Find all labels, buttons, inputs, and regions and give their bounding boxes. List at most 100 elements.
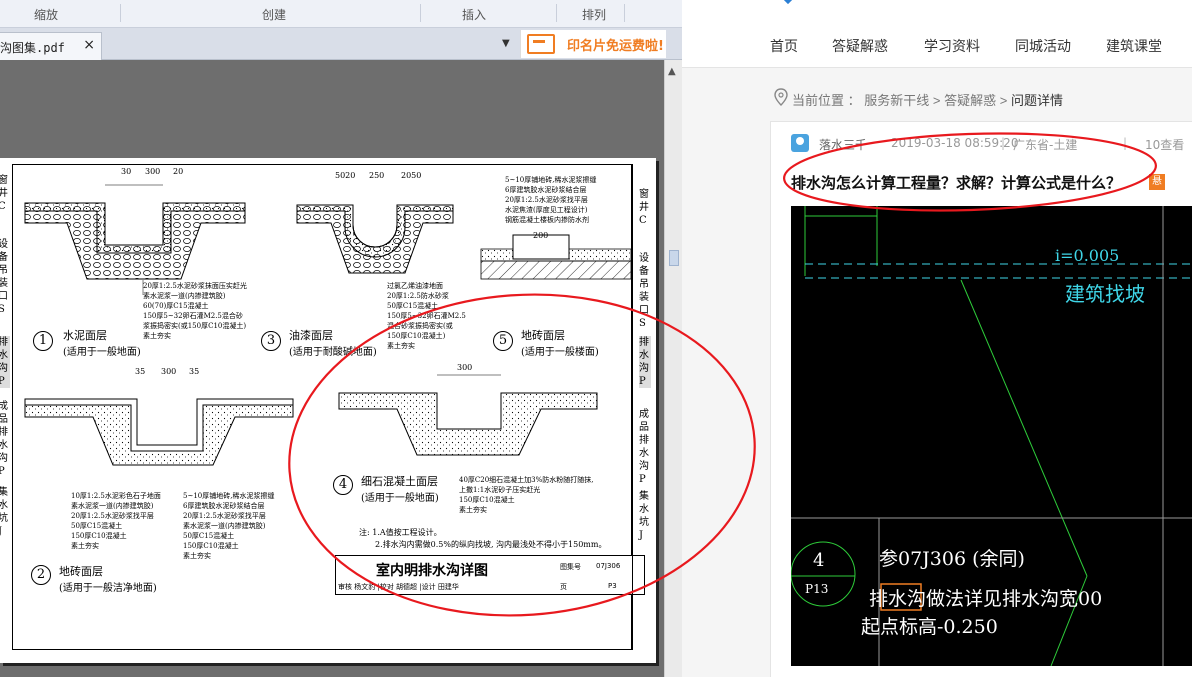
drawing-frame: 30 300 20 5020 250 2050 200 35 300 35 30…: [12, 164, 645, 650]
author-name[interactable]: 落水三千: [819, 136, 867, 153]
side-index-item: 集水坑J: [0, 487, 8, 537]
document-tab-label: 沟图集.pdf: [0, 41, 65, 55]
pdf-page: 窗井C 设备吊装口S 排水沟P 成品排水沟P 集水坑J 30 300 20 50…: [0, 158, 656, 663]
promo-banner[interactable]: 印名片免运费啦!: [520, 30, 666, 58]
dimension-label: 300: [145, 167, 161, 176]
section-number: 3: [261, 331, 281, 351]
nav-item-home[interactable]: 首页: [770, 36, 798, 56]
layer-notes-section-5: 5~10厚铺地砖,稀水泥浆擦缝 6厚建筑胶水泥砂浆结合层 20厚1:2.5水泥砂浆找…: [505, 176, 597, 224]
dimension-label: 5020: [335, 171, 356, 180]
ribbon-bar: 缩放 创建 插入 排列: [0, 0, 682, 28]
website-window: 首页 答疑解惑 学习资料 同城活动 建筑课堂 当前位置 ： 服务新干线 > 答疑…: [682, 0, 1192, 677]
site-logo-icon[interactable]: [778, 0, 798, 6]
breadcrumb-separator: >: [932, 93, 941, 108]
slope-note: 建筑找坡: [1065, 282, 1145, 306]
drawing-footnotes: 注: 1.A值按工程设计。 2.排水沟内需做0.5%的纵向找坡, 沟内最浅处不得…: [359, 528, 607, 549]
meta-separator: |: [1123, 136, 1128, 150]
breadcrumb-separator: >: [999, 93, 1008, 108]
section-4-drawing: [338, 374, 598, 456]
dimension-label: 300: [457, 363, 473, 372]
breadcrumb: 当前位置 ： 服务新干线 > 答疑解惑 > 问题详情: [792, 90, 1063, 109]
elevation-note: 起点标高-0.250: [861, 616, 998, 638]
section-title: 油漆面层 (适用于耐酸碱地面): [289, 329, 377, 358]
layer-notes-section-1: 20厚1:2.5水泥砂浆抹面压实赶光 素水泥浆一道(内掺建筑胶) 60(70)厚C1…: [143, 282, 247, 340]
title-block: 室内明排水沟详图 图集号 07J306 审核 杨文豹 |校对 胡德超 |设计 田…: [335, 555, 645, 595]
tab-list-dropdown-icon[interactable]: ▼: [502, 38, 510, 49]
section-number: 4: [333, 475, 353, 495]
side-index-item: 成品排水沟P: [639, 409, 649, 485]
side-index-right: 窗井C 设备吊装口S 排水沟P 成品排水沟P 集水坑J: [632, 164, 656, 650]
side-index-item: 排水沟P: [0, 336, 10, 388]
album-label: 图集号: [560, 563, 581, 571]
side-index-item: 排水沟P: [639, 336, 651, 388]
breadcrumb-link[interactable]: 服务新干线: [864, 93, 929, 108]
site-header: 首页 答疑解惑 学习资料 同城活动 建筑课堂: [682, 0, 1192, 68]
scroll-up-icon[interactable]: ▲: [668, 66, 676, 77]
question-title: 排水沟怎么计算工程量？求解？计算公式是什么？: [791, 175, 1122, 192]
section-title: 水泥面层 (适用于一般地面): [63, 329, 141, 358]
section-title: 细石混凝土面层 (适用于一般地面): [361, 475, 439, 504]
nav-item-classroom[interactable]: 建筑课堂: [1106, 36, 1162, 56]
side-index-item: 设备吊装口S: [639, 253, 649, 329]
section-1-drawing: [24, 184, 246, 295]
breadcrumb-link[interactable]: 答疑解惑: [944, 93, 996, 108]
side-index-item: 窗井C: [639, 189, 649, 226]
dimension-label: 250: [369, 171, 385, 180]
section-title: 地砖面层 (适用于一般洁净地面): [59, 565, 157, 594]
side-index-item: 窗井C: [0, 175, 8, 212]
ribbon-group-arrange[interactable]: 排列: [582, 6, 606, 23]
ribbon-group-insert[interactable]: 插入: [462, 6, 486, 23]
dimension-label: 20: [173, 167, 184, 176]
section-5-drawing: [480, 234, 632, 280]
avatar[interactable]: [791, 134, 809, 152]
scrollbar-thumb[interactable]: [669, 250, 679, 266]
ribbon-group-create[interactable]: 创建: [262, 6, 286, 23]
section-number: 5: [493, 331, 513, 351]
section-title: 地砖面层 (适用于一般楼面): [521, 329, 599, 358]
post-location: 广东省-土建: [1013, 138, 1078, 152]
layer-notes-section-3: 过氯乙烯油漆地面 20厚1:2.5防水砂浆 50厚C15混凝土 150厚5~32卵石灌…: [387, 282, 466, 350]
cad-screenshot[interactable]: i=0.005 建筑找坡 4 P13 参07J306 (余同) 排水沟做法详见排…: [791, 206, 1192, 666]
side-index-item: 设备吊装口S: [0, 239, 8, 315]
vertical-scrollbar[interactable]: ▲: [664, 60, 682, 677]
page-number: P3: [608, 582, 617, 590]
signature-row: 审核 杨文豹 |校对 胡德超 |设计 田建华: [338, 583, 459, 591]
ribbon-group-zoom[interactable]: 缩放: [34, 6, 58, 23]
nav-item-events[interactable]: 同城活动: [1015, 36, 1071, 56]
ribbon-separator: [120, 4, 121, 22]
atlas-reference: 参07J306 (余同): [879, 548, 1025, 570]
drawing-title: 室内明排水沟详图: [376, 563, 488, 579]
promo-text: 印名片免运费啦!: [567, 39, 664, 54]
section-number: 2: [31, 565, 51, 585]
dimension-label: 2050: [401, 171, 422, 180]
nav-item-qa[interactable]: 答疑解惑: [832, 36, 888, 56]
ribbon-separator: [420, 4, 421, 22]
location-pin-icon: [774, 88, 788, 106]
view-count: 10查看: [1145, 138, 1185, 152]
layer-notes-section-4: 40厚C20细石混凝土加3%防水粉随打随抹, 上撒1:1水泥砂子压实赶光 150厚C…: [459, 476, 594, 514]
post-date: 2019-03-18 08:59:20: [891, 136, 1019, 150]
section-3-drawing: [296, 204, 454, 274]
layer-notes-section-2a: 10厚1:2.5水泥彩色石子地面 素水泥浆一道(内掺建筑胶) 20厚1:2.5水泥砂…: [71, 492, 161, 550]
breadcrumb-prefix: 当前位置 ：: [792, 93, 861, 108]
dimension-label: 300: [161, 367, 177, 376]
dimension-label: 200: [533, 231, 549, 240]
ribbon-separator: [624, 4, 625, 22]
side-index-left: 窗井C 设备吊装口S 排水沟P 成品排水沟P 集水坑J: [0, 164, 12, 650]
detail-page-ref: P13: [805, 582, 829, 596]
nav-item-learning[interactable]: 学习资料: [924, 36, 980, 56]
dimension-label: 30: [121, 167, 132, 176]
album-code: 07J306: [596, 562, 621, 570]
breadcrumb-current: 问题详情: [1010, 93, 1063, 108]
slope-label: i=0.005: [1055, 246, 1120, 265]
section-number: 1: [33, 331, 53, 351]
meta-separator: |: [1001, 136, 1006, 150]
document-tab[interactable]: 沟图集.pdf ×: [0, 32, 102, 60]
detail-number: 4: [813, 550, 825, 571]
dimension-label: 35: [189, 367, 200, 376]
drainage-note: 排水沟做法详见排水沟宽00: [869, 588, 1103, 610]
document-viewport[interactable]: 窗井C 设备吊装口S 排水沟P 成品排水沟P 集水坑J 30 300 20 50…: [0, 60, 664, 677]
layer-notes-section-2b: 5~10厚铺地砖,稀水泥浆擦缝 6厚建筑胶水泥砂浆结合层 20厚1:2.5水泥砂浆找…: [183, 492, 275, 560]
close-icon[interactable]: ×: [83, 37, 95, 53]
side-index-item: 成品排水沟P: [0, 401, 8, 477]
